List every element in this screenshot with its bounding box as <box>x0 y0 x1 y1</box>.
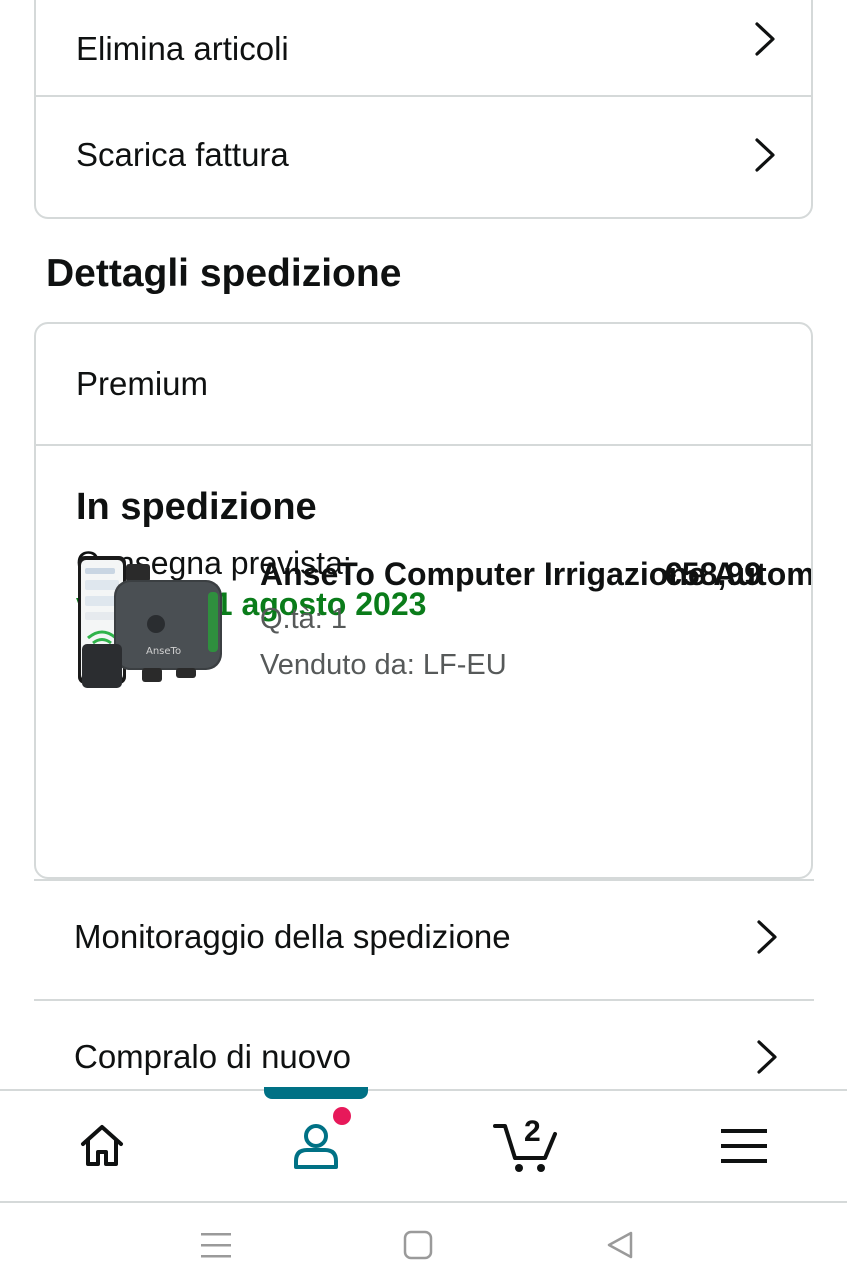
buy-again-label: Compralo di nuovo <box>74 1038 351 1075</box>
shipping-service: Premium <box>36 324 811 444</box>
section-title: Dettagli spedizione <box>46 252 402 295</box>
track-shipment-row[interactable]: Monitoraggio della spedizione <box>34 877 813 997</box>
back-triangle-icon <box>607 1231 633 1259</box>
menu-icon <box>721 1129 767 1163</box>
home-button[interactable] <box>398 1225 438 1265</box>
order-actions-card: Elimina articoli Scarica fattura <box>34 0 813 219</box>
shipping-service-label: Premium <box>76 365 209 402</box>
nav-menu[interactable] <box>674 1091 814 1201</box>
chevron-right-icon <box>755 21 775 56</box>
shipment-status: In spedizione <box>76 486 317 528</box>
product-quantity: Q.tà: 1 <box>260 603 348 635</box>
recent-apps-button[interactable] <box>196 1225 236 1265</box>
product-item[interactable]: AnseTo AnseTo Computer Irrigazione Autom… <box>76 552 811 702</box>
notification-dot <box>333 1107 351 1125</box>
download-invoice-row[interactable]: Scarica fattura <box>36 97 811 213</box>
chevron-right-icon <box>755 138 775 172</box>
nav-account[interactable] <box>246 1091 386 1201</box>
cart-count: 2 <box>524 1115 541 1148</box>
recent-apps-icon <box>201 1233 231 1258</box>
bottom-navigation: 2 <box>0 1087 847 1203</box>
product-price: €58,99 <box>664 556 762 592</box>
nav-cart[interactable]: 2 <box>458 1091 598 1201</box>
chevron-right-icon <box>757 1040 777 1074</box>
account-icon <box>294 1124 338 1169</box>
product-image-brand: AnseTo <box>146 646 181 657</box>
product-info: AnseTo Computer Irrigazione Automatico €… <box>260 552 811 688</box>
delete-items-row[interactable]: Elimina articoli <box>36 0 811 95</box>
chevron-right-icon <box>757 920 777 954</box>
system-navigation-bar <box>0 1205 847 1280</box>
track-shipment-label: Monitoraggio della spedizione <box>74 918 511 955</box>
home-icon <box>81 1125 123 1166</box>
product-seller: Venduto da: LF-EU <box>260 649 507 681</box>
square-home-icon <box>403 1230 433 1260</box>
product-image[interactable]: AnseTo <box>76 552 228 694</box>
back-button[interactable] <box>600 1225 640 1265</box>
delete-items-label: Elimina articoli <box>76 29 289 67</box>
shipment-card: Premium In spedizione Consegna prevista:… <box>34 322 813 879</box>
download-invoice-label: Scarica fattura <box>76 136 289 173</box>
nav-home[interactable] <box>32 1091 172 1201</box>
